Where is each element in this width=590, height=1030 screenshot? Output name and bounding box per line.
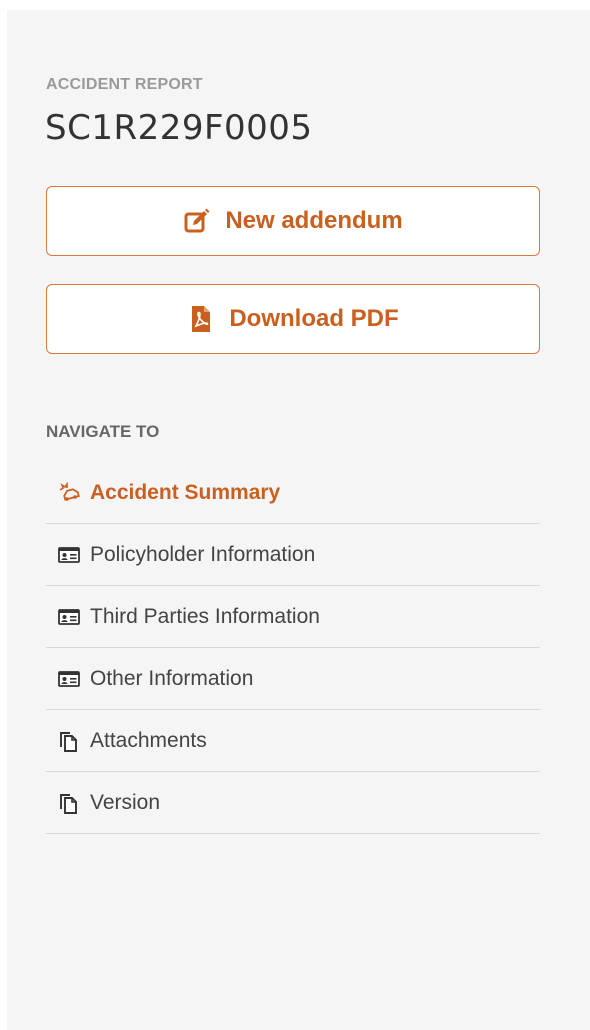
navigation-list: Accident Summary Policyholder Informatio…: [46, 462, 540, 834]
new-addendum-label: New addendum: [225, 207, 403, 234]
nav-label-other-information: Other Information: [90, 666, 254, 690]
nav-label-attachments: Attachments: [90, 728, 207, 752]
report-id-title: SC1R229F0005: [45, 108, 313, 148]
pdf-file-icon: [192, 306, 211, 332]
nav-item-third-parties-information[interactable]: Third Parties Information: [46, 586, 540, 648]
car-crash-icon: [59, 481, 80, 501]
nav-item-attachments[interactable]: Attachments: [46, 710, 540, 772]
nav-label-policyholder-information: Policyholder Information: [90, 542, 316, 566]
report-type-label: ACCIDENT REPORT: [46, 76, 203, 93]
nav-label-version: Version: [90, 790, 161, 814]
new-addendum-button[interactable]: New addendum: [46, 186, 540, 256]
edit-icon: [184, 208, 210, 233]
nav-item-other-information[interactable]: Other Information: [46, 648, 540, 710]
copy-icon: [60, 793, 77, 814]
nav-label-accident-summary: Accident Summary: [90, 480, 281, 504]
nav-item-version[interactable]: Version: [46, 772, 540, 834]
nav-item-policyholder-information[interactable]: Policyholder Information: [46, 524, 540, 586]
id-card-icon: [58, 608, 80, 625]
nav-item-accident-summary[interactable]: Accident Summary: [46, 462, 540, 524]
id-card-icon: [58, 546, 80, 563]
download-pdf-button[interactable]: Download PDF: [46, 284, 540, 354]
nav-label-third-parties-information: Third Parties Information: [90, 604, 320, 628]
navigate-to-heading: NAVIGATE TO: [46, 422, 160, 441]
report-sidebar: ACCIDENT REPORT SC1R229F0005 New addendu…: [7, 10, 590, 1030]
download-pdf-label: Download PDF: [229, 305, 399, 332]
copy-icon: [60, 731, 77, 752]
id-card-icon: [58, 670, 80, 687]
